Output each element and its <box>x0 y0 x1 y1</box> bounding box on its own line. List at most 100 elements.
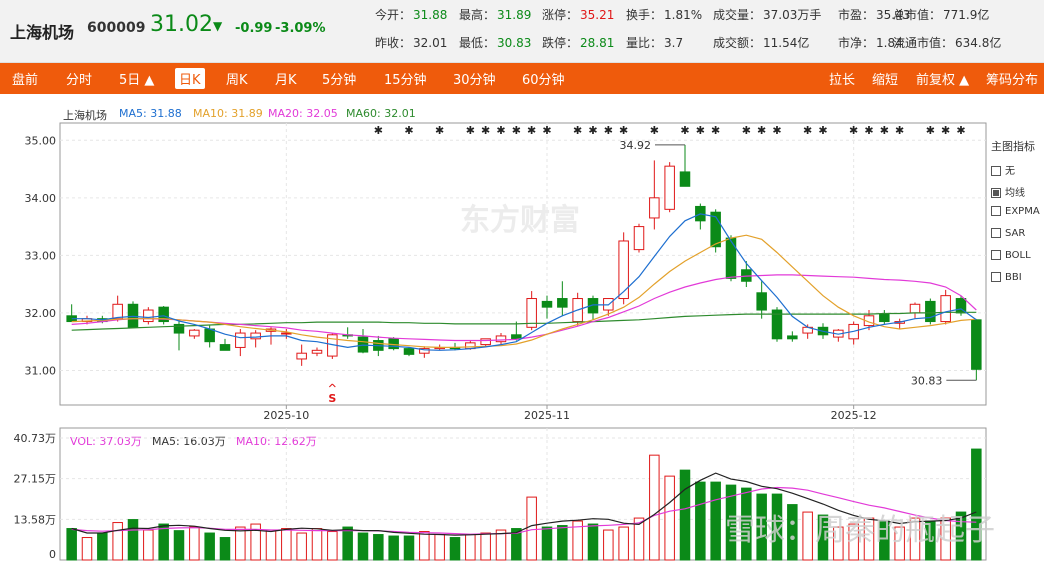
volume-bar <box>327 531 338 561</box>
s-marker-icon: S <box>328 392 336 405</box>
volume-tick-label: 27.15万 <box>14 473 57 486</box>
signal-marker-icon: ✱ <box>435 124 444 137</box>
candle-body <box>557 298 568 308</box>
min-price-label: 30.83 <box>911 374 943 387</box>
candle-body <box>311 349 323 354</box>
volume-bar <box>357 532 369 561</box>
signal-marker-icon: ✱ <box>374 124 383 137</box>
volume-bar <box>664 475 675 561</box>
signal-marker-icon: ✱ <box>481 124 490 137</box>
candle-body <box>112 303 123 320</box>
watermark-logo: 东方财富 <box>460 203 580 238</box>
volume-bar <box>112 522 123 561</box>
volume-tick-label: 13.58万 <box>14 513 57 526</box>
x-tick-label: 2025-11 <box>524 409 570 422</box>
volume-bar <box>480 532 491 561</box>
volume-bar <box>695 481 706 561</box>
volume-tick-label: 0 <box>49 548 56 561</box>
s-marker-icon <box>331 383 336 388</box>
volume-bar <box>603 529 614 561</box>
kline-chart[interactable]: 35.00 34.00 33.00 32.00 31.00 2025-10 2025-11 2… <box>0 0 1044 565</box>
signal-marker-icon: ✱ <box>803 124 812 137</box>
candle-body <box>633 226 645 251</box>
signal-marker-icon: ✱ <box>926 124 935 137</box>
candle-body <box>541 300 553 308</box>
y-tick-label: 31.00 <box>25 364 57 377</box>
volume-bar <box>403 535 415 561</box>
volume-bar <box>66 528 77 561</box>
candle-body <box>235 332 246 348</box>
volume-bar <box>173 530 185 561</box>
candle-body <box>511 334 522 340</box>
main-panel-frame <box>59 122 987 406</box>
volume-bar <box>557 525 568 561</box>
signal-marker-icon: ✱ <box>818 124 827 137</box>
volume-bar <box>388 535 399 561</box>
candle-body <box>189 329 200 337</box>
volume-bar <box>449 537 461 561</box>
s-marker-icon <box>328 383 333 388</box>
volume-bar <box>127 519 139 561</box>
signal-marker-icon: ✱ <box>573 124 582 137</box>
signal-marker-icon: ✱ <box>941 124 950 137</box>
candle-body <box>971 319 982 370</box>
volume-bar <box>158 523 169 561</box>
signal-marker-icon: ✱ <box>696 124 705 137</box>
volume-bar <box>342 526 353 561</box>
volume-bar <box>97 532 108 561</box>
candle-body <box>143 309 154 323</box>
ma60-line <box>71 311 977 331</box>
candle-body <box>296 352 307 360</box>
candle-body <box>219 344 231 351</box>
signal-marker-icon: ✱ <box>542 124 551 137</box>
signal-marker-icon: ✱ <box>604 124 613 137</box>
signal-marker-icon: ✱ <box>588 124 597 137</box>
candle-body <box>909 303 921 314</box>
volume-bar <box>541 526 553 561</box>
signal-marker-icon: ✱ <box>742 124 751 137</box>
signal-marker-icon: ✱ <box>772 124 781 137</box>
candle-body <box>787 335 798 340</box>
candle-body <box>679 171 691 187</box>
volume-bar <box>265 529 277 561</box>
candle-body <box>127 303 139 328</box>
candle-body <box>618 240 629 300</box>
signal-marker-icon: ✱ <box>880 124 889 137</box>
candle-body <box>250 332 261 340</box>
volume-bar <box>495 529 507 561</box>
y-tick-label: 34.00 <box>25 192 57 205</box>
y-tick-label: 33.00 <box>25 249 57 262</box>
volume-bar <box>143 529 154 561</box>
volume-bar <box>419 531 430 561</box>
volume-tick-label: 40.73万 <box>14 432 57 445</box>
volume-bar <box>465 534 476 561</box>
signal-marker-icon: ✱ <box>864 124 873 137</box>
volume-bar <box>311 528 323 561</box>
x-tick-label: 2025-12 <box>831 409 877 422</box>
candle-body <box>725 237 737 279</box>
volume-bar <box>204 532 215 561</box>
signal-marker-icon: ✱ <box>956 124 965 137</box>
volume-bar <box>526 496 537 561</box>
candle-body <box>403 348 415 355</box>
signal-marker-icon: ✱ <box>895 124 904 137</box>
candle-body <box>925 300 936 323</box>
signal-marker-icon: ✱ <box>512 124 521 137</box>
volume-bar <box>281 528 292 561</box>
volume-bar <box>81 537 93 561</box>
signal-marker-icon: ✱ <box>650 124 659 137</box>
candle-body <box>879 313 890 323</box>
volume-bar <box>649 454 660 561</box>
signal-marker-icon: ✱ <box>711 124 720 137</box>
candle-body <box>664 165 675 210</box>
signal-marker-icon: ✱ <box>757 124 766 137</box>
y-tick-label: 32.00 <box>25 307 57 320</box>
candle-body <box>940 295 951 323</box>
candle-body <box>756 292 767 311</box>
watermark-text: 雪球：周秦的瓶起子 <box>725 513 995 548</box>
volume-bar <box>434 534 445 561</box>
signal-marker-icon: ✱ <box>496 124 505 137</box>
volume-bar <box>189 526 200 561</box>
volume-bar <box>587 523 599 561</box>
signal-marker-icon: ✱ <box>466 124 475 137</box>
